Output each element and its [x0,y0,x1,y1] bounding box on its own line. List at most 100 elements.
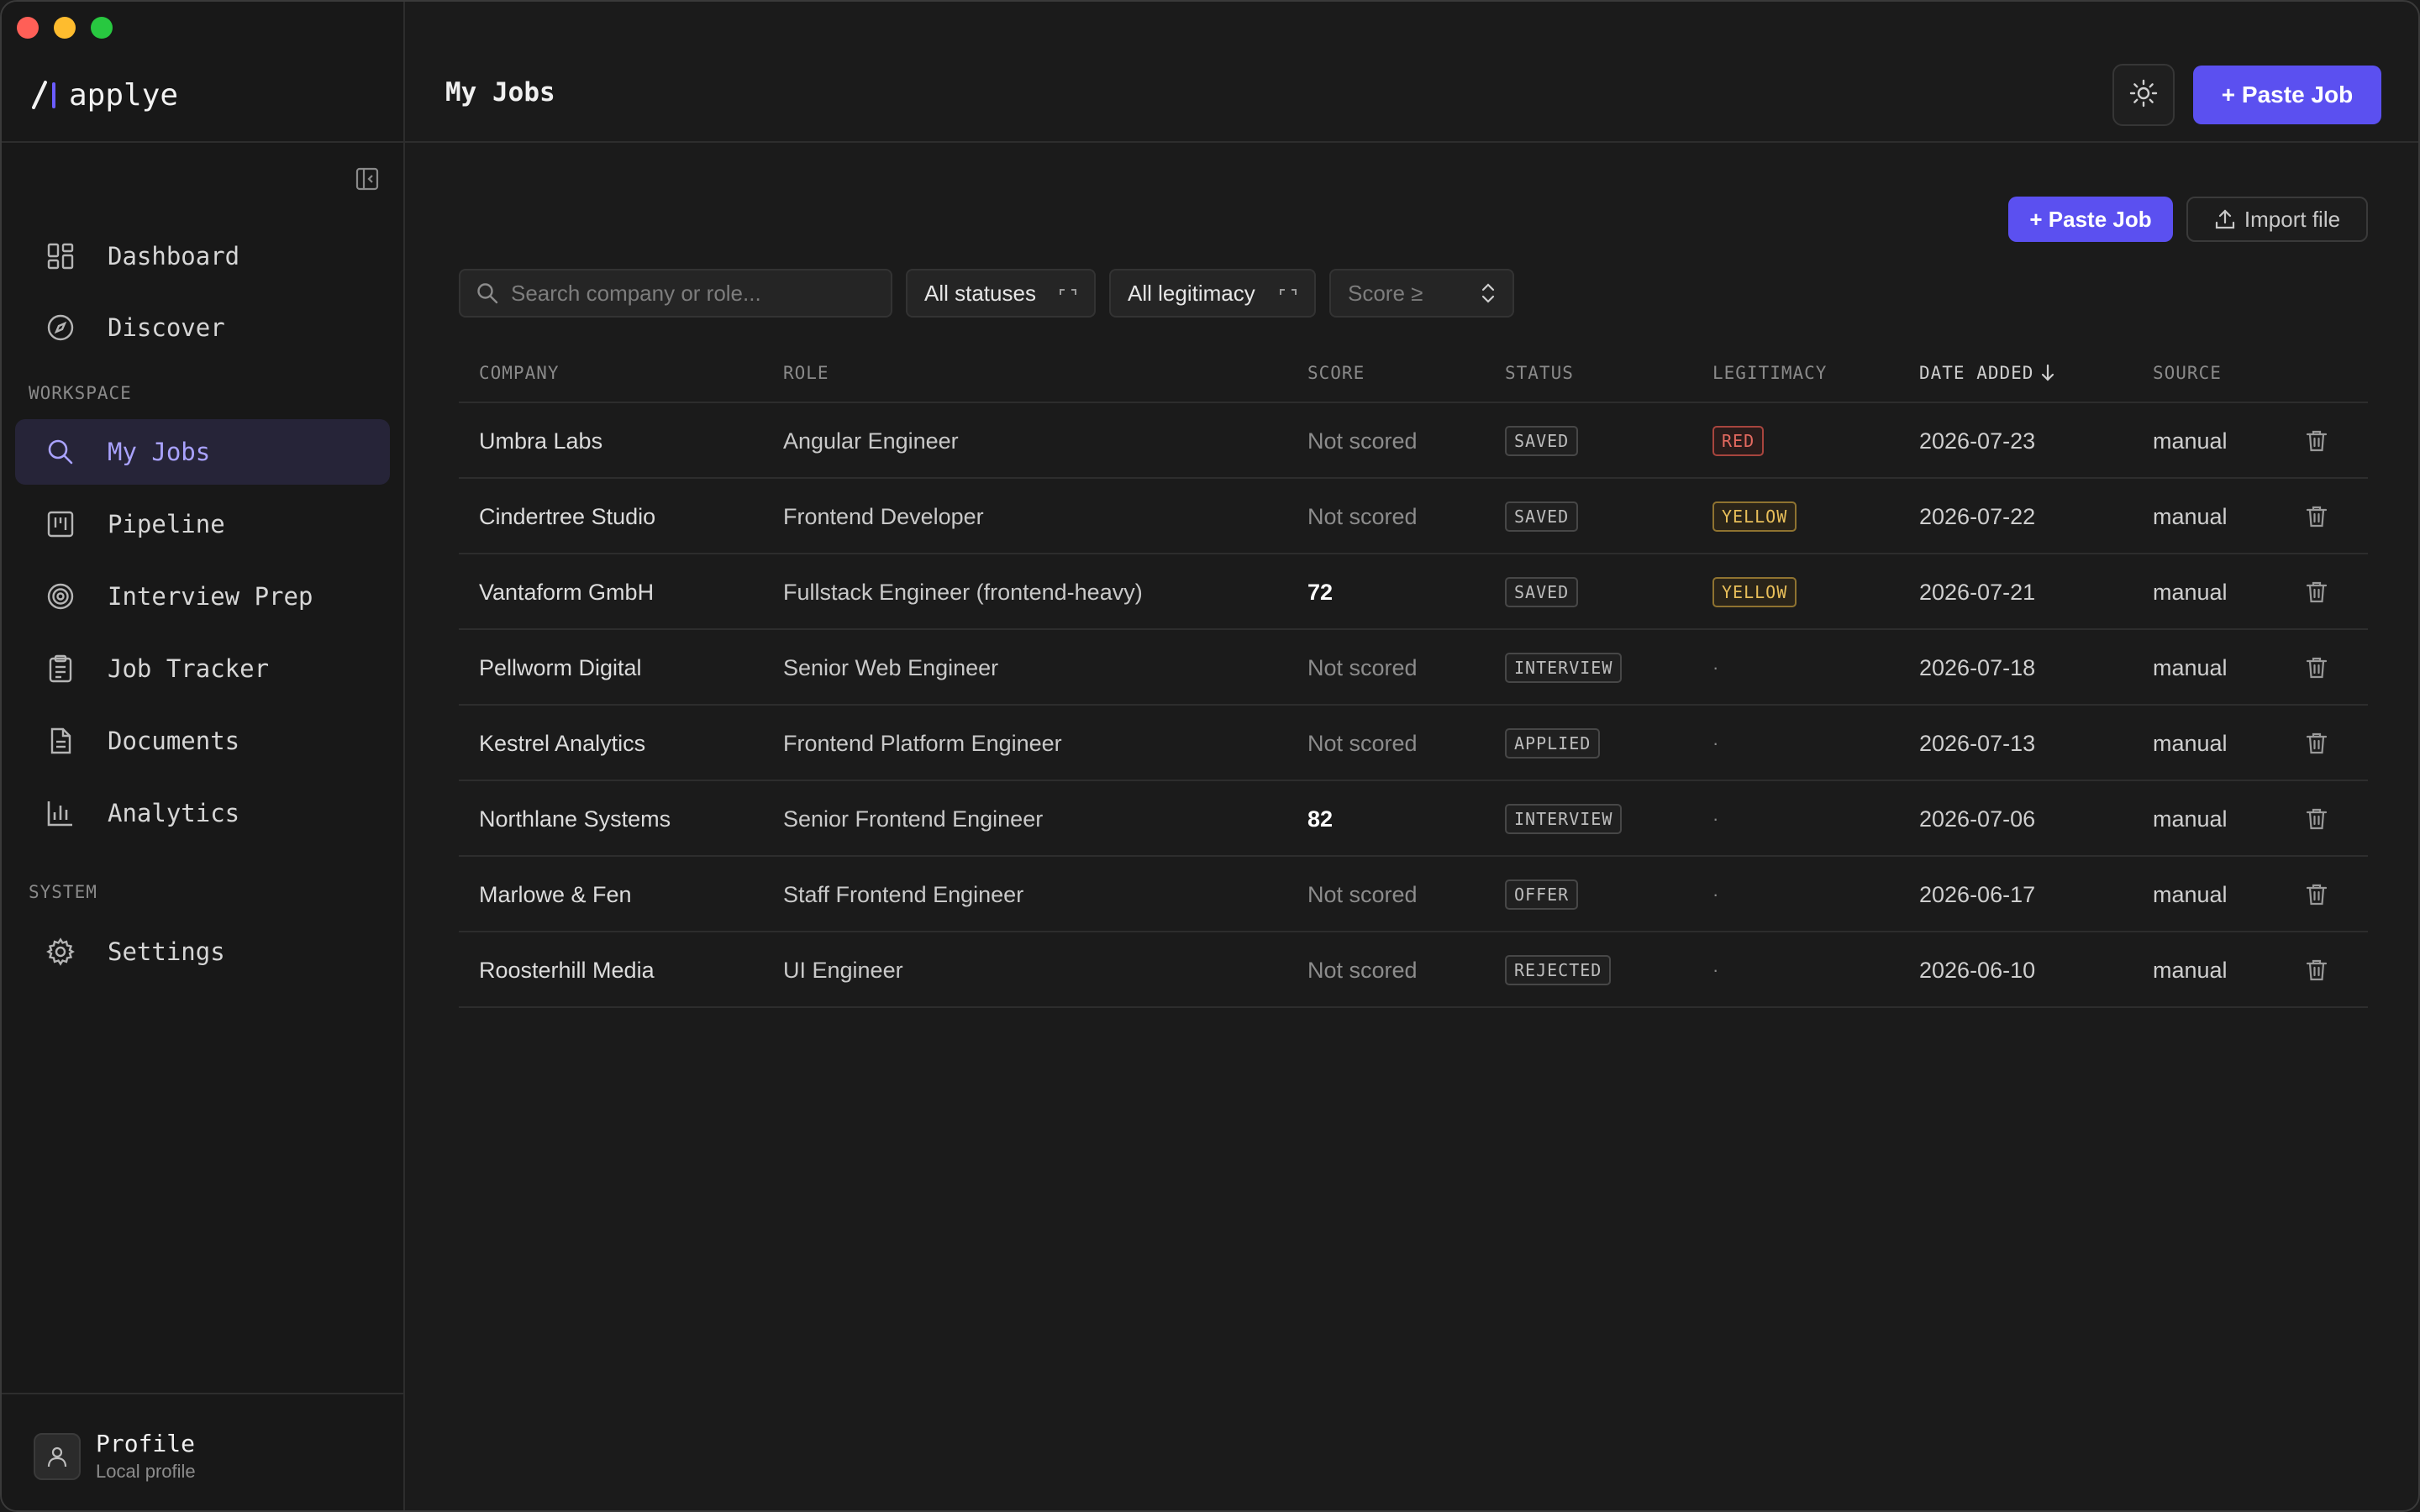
cell-date-added: 2026-07-21 [1919,579,2036,605]
delete-row-button[interactable] [2306,781,2328,857]
cell-date-added: 2026-07-23 [1919,428,2036,454]
window-maximize-button[interactable] [91,17,113,39]
legitimacy-badge: RED [1712,426,1765,456]
cell-score: Not scored [1307,428,1418,454]
delete-row-button[interactable] [2306,706,2328,781]
sidebar-item-my-jobs[interactable]: My Jobs [15,419,390,485]
cell-status: OFFER [1505,857,1579,932]
cell-score: Not scored [1307,881,1418,907]
theme-toggle-button[interactable] [2112,64,2175,126]
status-badge: OFFER [1505,879,1579,910]
collapse-sidebar-icon[interactable] [353,165,381,193]
profile-subtitle: Local profile [96,1461,196,1482]
column-header-legitimacy[interactable]: LEGITIMACY [1712,363,1827,383]
compass-icon [44,311,77,344]
cell-date-added: 2026-07-18 [1919,654,2036,680]
cell-source: manual [2153,730,2228,756]
column-header-date-added[interactable]: DATE ADDED [1919,363,2055,383]
window-minimize-button[interactable] [54,17,76,39]
trash-icon [2306,656,2328,680]
cell-date-added: 2026-07-22 [1919,503,2036,529]
app-logo[interactable]: applye [32,74,178,116]
legitimacy-filter-select[interactable]: All legitimacy [1109,269,1316,318]
logo-icon [32,81,57,109]
delete-row-button[interactable] [2306,403,2328,479]
sidebar-item-label: Pipeline [108,510,225,538]
delete-row-button[interactable] [2306,630,2328,706]
column-header-score[interactable]: SCORE [1307,363,1365,383]
import-file-button[interactable]: Import file [2186,197,2368,242]
cell-role: Frontend Developer [783,503,984,529]
upload-icon [2214,208,2236,230]
cell-company: Roosterhill Media [479,957,655,983]
section-label-system: SYSTEM [29,882,97,902]
sidebar-item-settings[interactable]: Settings [15,919,390,984]
search-icon [476,281,499,305]
delete-row-button[interactable] [2306,932,2328,1008]
sidebar-item-interview-prep[interactable]: Interview Prep [15,564,390,629]
table-row[interactable]: Umbra Labs Angular Engineer Not scored S… [459,403,2368,479]
delete-row-button[interactable] [2306,857,2328,932]
sidebar-item-discover[interactable]: Discover [15,295,390,360]
table-row[interactable]: Cindertree Studio Frontend Developer Not… [459,479,2368,554]
status-badge: INTERVIEW [1505,804,1623,834]
sidebar-item-pipeline[interactable]: Pipeline [15,491,390,557]
header-paste-job-button[interactable]: + Paste Job [2193,66,2381,124]
table-row[interactable]: Kestrel Analytics Frontend Platform Engi… [459,706,2368,781]
cell-role: Fullstack Engineer (frontend-heavy) [783,579,1143,605]
cell-company: Kestrel Analytics [479,730,646,756]
column-header-company[interactable]: COMPANY [479,363,560,383]
stepper-chevrons-icon[interactable] [1481,281,1496,306]
cell-role: Angular Engineer [783,428,959,454]
score-min-stepper[interactable]: Score ≥ [1329,269,1514,318]
cell-date-added: 2026-06-10 [1919,957,2036,983]
table-row[interactable]: Marlowe & Fen Staff Frontend Engineer No… [459,857,2368,932]
cell-legitimacy: · [1712,932,1718,1008]
table-row[interactable]: Northlane Systems Senior Frontend Engine… [459,781,2368,857]
kanban-icon [44,507,77,541]
column-header-role[interactable]: ROLE [783,363,829,383]
delete-row-button[interactable] [2306,554,2328,630]
table-body: Umbra Labs Angular Engineer Not scored S… [459,403,2368,1008]
cell-legitimacy: YELLOW [1712,479,1797,554]
cell-legitimacy: · [1712,706,1718,781]
target-icon [44,580,77,613]
search-field[interactable] [459,269,892,318]
cell-source: manual [2153,881,2228,907]
table-row[interactable]: Vantaform GmbH Fullstack Engineer (front… [459,554,2368,630]
cell-date-added: 2026-06-17 [1919,881,2036,907]
import-file-label: Import file [2244,206,2341,232]
profile-button[interactable]: Profile Local profile [34,1430,196,1483]
trash-icon [2306,807,2328,831]
sidebar-item-analytics[interactable]: Analytics [15,780,390,846]
table-row[interactable]: Roosterhill Media UI Engineer Not scored… [459,932,2368,1008]
cell-score: Not scored [1307,957,1418,983]
top-header: My Jobs + Paste Job [405,2,2418,143]
status-filter-select[interactable]: All statuses [906,269,1096,318]
status-badge: INTERVIEW [1505,653,1623,683]
cell-score: 82 [1307,806,1334,832]
cell-company: Marlowe & Fen [479,881,632,907]
cell-status: SAVED [1505,479,1579,554]
column-header-date-added-label: DATE ADDED [1919,363,2034,383]
sidebar-item-job-tracker[interactable]: Job Tracker [15,636,390,701]
legitimacy-badge: · [1712,808,1719,829]
delete-row-button[interactable] [2306,479,2328,554]
sidebar-item-label: Settings [108,937,225,966]
table-row[interactable]: Pellworm Digital Senior Web Engineer Not… [459,630,2368,706]
paste-job-button[interactable]: + Paste Job [2008,197,2173,242]
cell-role: UI Engineer [783,957,903,983]
section-label-workspace: WORKSPACE [29,383,132,403]
cell-source: manual [2153,957,2228,983]
sidebar-item-dashboard[interactable]: Dashboard [15,223,390,289]
trash-icon [2306,505,2328,528]
cell-legitimacy: YELLOW [1712,554,1797,630]
column-header-source[interactable]: SOURCE [2153,363,2222,383]
column-header-status[interactable]: STATUS [1505,363,1574,383]
cell-source: manual [2153,428,2228,454]
window-close-button[interactable] [17,17,39,39]
cell-score: Not scored [1307,730,1418,756]
trash-icon [2306,958,2328,982]
search-input[interactable] [511,280,881,307]
sidebar-item-documents[interactable]: Documents [15,708,390,774]
